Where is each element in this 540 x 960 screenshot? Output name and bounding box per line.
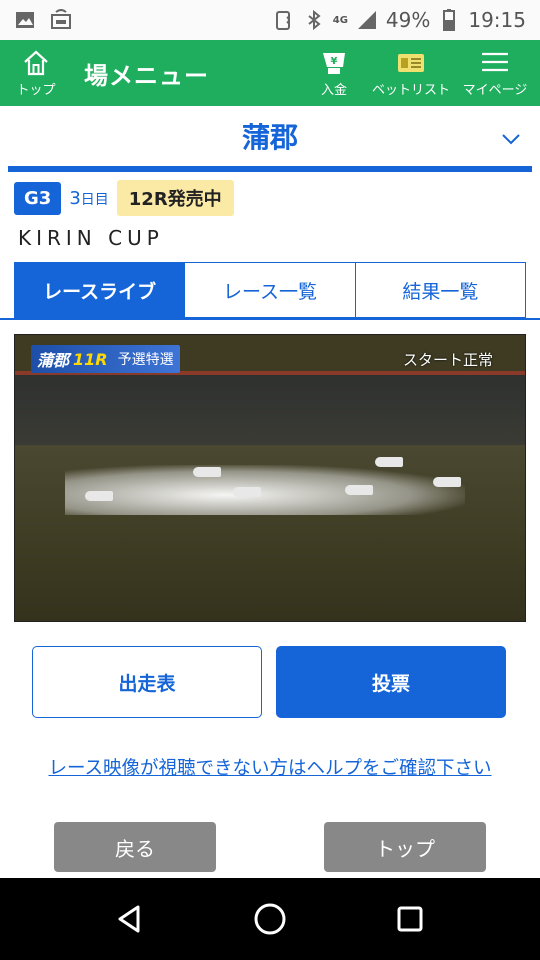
tab-race-list[interactable]: レース一覧 [185,263,356,317]
back-icon[interactable] [110,899,150,939]
tab-race-live[interactable]: レースライブ [15,263,186,317]
help-link[interactable]: レース映像が視聴できない方はヘルプをご確認下さい [0,754,540,780]
video-race-type: 予選特選 [117,352,174,368]
race-video[interactable]: 蒲郡 11R 予選特選 スタート正常 [14,334,526,622]
network-label: 4G [332,14,348,26]
nfc-icon [275,11,290,30]
back-button[interactable]: 戻る [54,822,216,872]
betlist-label: ベットリスト [372,82,451,98]
betlist-button[interactable]: ベットリスト [372,49,450,98]
status-bar: 4G 49% 19:15 [0,0,540,40]
video-race-number: 11R [73,349,108,369]
app-bar: トップ 場メニュー ¥ 入金 ベットリスト マイページ [0,40,540,106]
chevron-down-icon[interactable] [500,128,522,150]
svg-text:¥: ¥ [331,56,338,67]
gallery-icon [16,12,34,28]
clock: 19:15 [468,8,526,32]
day-suffix: 日目 [80,191,109,208]
race-info: G3 3日目 12R発売中 [0,172,540,216]
boat [345,485,373,495]
recents-icon[interactable] [390,899,430,939]
bluetooth-icon [308,9,321,31]
home-button[interactable]: トップ [0,49,72,98]
battery-percent: 49% [385,8,431,32]
top-button[interactable]: トップ [324,822,486,872]
video-spray [65,465,465,515]
boat [433,477,461,487]
selling-badge: 12R発売中 [116,180,234,216]
boat [375,457,403,467]
vote-button[interactable]: 投票 [276,646,506,718]
video-race-tag: 蒲郡 11R 予選特選 [31,345,180,373]
signal-icon [357,11,376,29]
boat [85,491,113,501]
action-buttons: 出走表 投票 [32,646,508,718]
battery-icon [443,9,456,31]
page-title: 場メニュー [84,61,209,90]
venue-name: 蒲郡 [241,121,298,154]
ticket-icon [398,53,424,72]
deposit-button[interactable]: ¥ 入金 [302,49,366,98]
day-label: 3日目 [69,188,108,209]
mypage-button[interactable]: マイページ [456,49,534,98]
tab-results[interactable]: 結果一覧 [356,263,525,317]
menu-icon [482,52,508,71]
boat [233,487,261,497]
tab-underline [0,318,540,320]
mypage-label: マイページ [462,82,528,98]
video-venue-tag: 蒲郡 [37,351,70,370]
home-label: トップ [16,82,56,98]
tab-bar: レースライブ レース一覧 結果一覧 [14,262,526,318]
deposit-icon: ¥ [323,52,345,74]
boat [193,467,221,477]
bottom-buttons: 戻る トップ [54,822,486,872]
home-icon [24,50,48,75]
cast-icon [51,9,71,29]
venue-selector[interactable]: 蒲郡 [8,106,532,172]
system-nav-bar [0,878,540,960]
day-number: 3 [69,187,81,209]
cup-name: KIRIN CUP [18,226,164,250]
deposit-label: 入金 [320,82,347,98]
program-button[interactable]: 出走表 [32,646,262,718]
video-status: スタート正常 [402,351,493,369]
video-wall [15,375,525,445]
grade-badge: G3 [14,181,62,215]
home-circle-icon[interactable] [250,899,290,939]
